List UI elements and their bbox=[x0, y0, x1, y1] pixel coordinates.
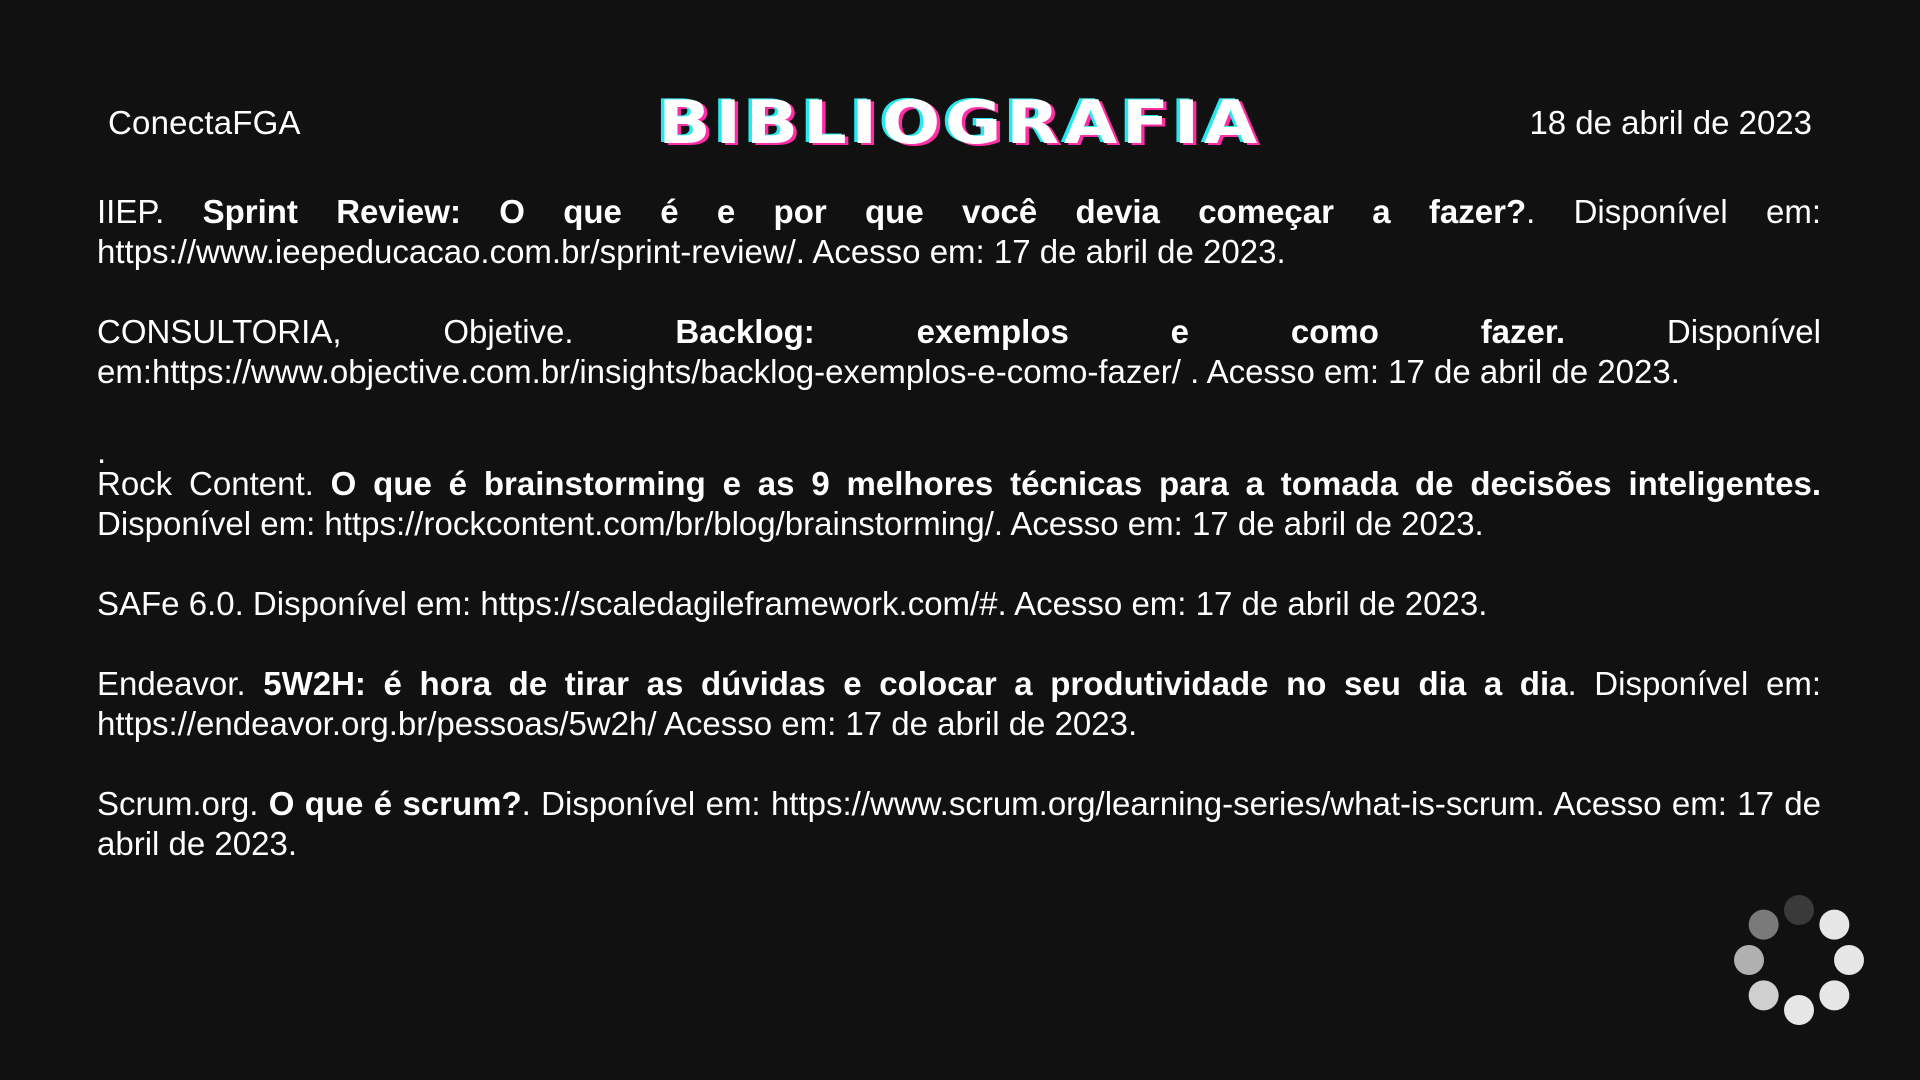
spinner-dot bbox=[1784, 895, 1814, 925]
reference-title: O que é brainstorming e as 9 melhores té… bbox=[330, 465, 1821, 502]
reference-title: Backlog: exemplos e como fazer. bbox=[675, 313, 1566, 350]
spinner-dot bbox=[1748, 980, 1779, 1011]
bibliography-list: IIEP. Sprint Review: O que é e por que v… bbox=[97, 192, 1821, 864]
reference-item: IIEP. Sprint Review: O que é e por que v… bbox=[97, 192, 1821, 272]
spinner-dot bbox=[1819, 909, 1850, 940]
reference-item: CONSULTORIA, Objetive. Backlog: exemplos… bbox=[97, 312, 1821, 392]
spinner-dot bbox=[1834, 945, 1864, 975]
reference-author: Rock Content. bbox=[97, 465, 331, 502]
date-label: 18 de abril de 2023 bbox=[1529, 104, 1812, 141]
reference-item: Scrum.org. O que é scrum?. Disponível em… bbox=[97, 784, 1821, 864]
reference-author: CONSULTORIA, Objetive. bbox=[97, 313, 676, 350]
spinner-dot bbox=[1784, 995, 1814, 1025]
reference-title: 5W2H: é hora de tirar as dúvidas e coloc… bbox=[263, 665, 1568, 702]
spinner-dot bbox=[1819, 980, 1850, 1011]
loading-spinner-icon bbox=[1734, 895, 1864, 1025]
reference-author: IIEP. bbox=[97, 193, 203, 230]
reference-item: Rock Content. O que é brainstorming e as… bbox=[97, 464, 1821, 544]
reference-author: Endeavor. bbox=[97, 665, 264, 702]
reference-details: Disponível em: https://rockcontent.com/b… bbox=[97, 505, 1484, 542]
reference-item: Endeavor. 5W2H: é hora de tirar as dúvid… bbox=[97, 664, 1821, 744]
slide: ConectaFGA BIBLIOGRAFIA 18 de abril de 2… bbox=[0, 0, 1920, 1080]
reference-item: SAFe 6.0. Disponível em: https://scaleda… bbox=[97, 585, 1488, 622]
reference-author: Scrum.org. bbox=[97, 785, 269, 822]
reference-title: Sprint Review: O que é e por que você de… bbox=[202, 193, 1527, 230]
reference-title: O que é scrum? bbox=[268, 785, 522, 822]
spinner-dot bbox=[1734, 945, 1764, 975]
spinner-dot bbox=[1748, 909, 1779, 940]
